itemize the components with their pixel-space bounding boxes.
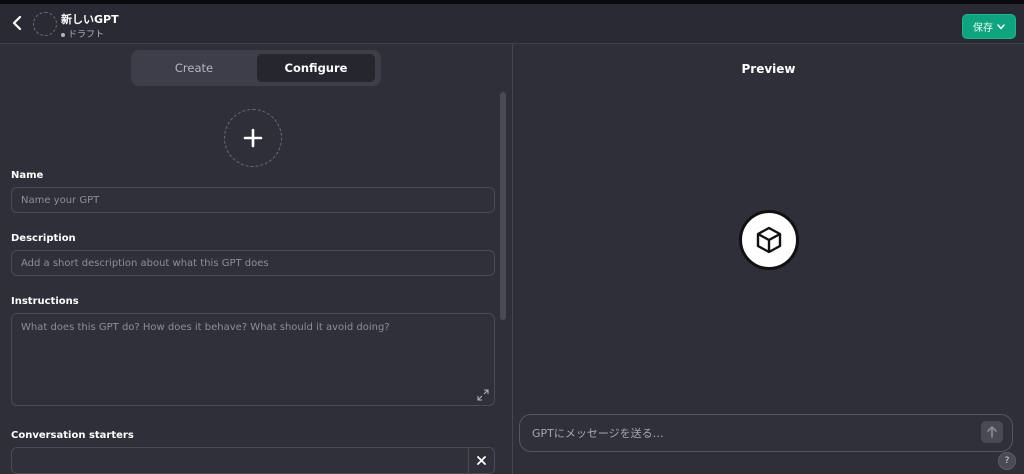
help-button[interactable]: ? bbox=[998, 452, 1016, 470]
tab-configure[interactable]: Configure bbox=[257, 54, 375, 82]
status-dot-icon bbox=[61, 32, 65, 37]
scrollbar-thumb[interactable] bbox=[500, 92, 506, 320]
conversation-starters-label: Conversation starters bbox=[11, 430, 134, 441]
gpt-title: 新しいGPT bbox=[61, 13, 119, 26]
draft-status: ドラフト bbox=[61, 27, 104, 40]
name-input[interactable]: Name your GPT bbox=[11, 187, 495, 213]
back-button[interactable] bbox=[8, 12, 26, 34]
top-bar: 新しいGPT ドラフト 保存 bbox=[0, 0, 1024, 44]
configure-panel: Create Configure Name Name your GPT Desc… bbox=[0, 44, 512, 474]
expand-icon[interactable] bbox=[477, 389, 489, 401]
send-button[interactable] bbox=[981, 421, 1003, 443]
preview-panel: Preview GPTにメッセージを送る… ? bbox=[513, 44, 1024, 474]
chevron-down-icon bbox=[997, 23, 1005, 30]
status-label: ドラフト bbox=[68, 30, 105, 40]
cube-icon bbox=[756, 226, 782, 254]
tab-create[interactable]: Create bbox=[135, 54, 253, 82]
chevron-left-icon bbox=[12, 16, 22, 30]
gpt-logo bbox=[739, 210, 799, 270]
description-input[interactable]: Add a short description about what this … bbox=[11, 250, 495, 276]
message-input[interactable]: GPTにメッセージを送る… bbox=[519, 414, 1013, 452]
description-label: Description bbox=[11, 233, 76, 244]
preview-title: Preview bbox=[741, 62, 796, 76]
message-placeholder: GPTにメッセージを送る… bbox=[532, 427, 664, 440]
save-label: 保存 bbox=[973, 23, 993, 34]
name-label: Name bbox=[11, 170, 44, 181]
remove-starter-button[interactable] bbox=[469, 447, 495, 474]
save-button[interactable]: 保存 bbox=[962, 14, 1016, 39]
add-image-button[interactable] bbox=[224, 109, 282, 167]
plus-icon bbox=[243, 128, 263, 148]
mode-tabs: Create Configure bbox=[131, 50, 381, 86]
gpt-avatar[interactable] bbox=[33, 12, 57, 36]
arrow-up-icon bbox=[987, 426, 997, 438]
close-icon bbox=[477, 456, 486, 465]
instructions-textarea[interactable]: What does this GPT do? How does it behav… bbox=[11, 313, 495, 406]
instructions-label: Instructions bbox=[11, 296, 79, 307]
conversation-starter-input[interactable] bbox=[11, 447, 469, 474]
